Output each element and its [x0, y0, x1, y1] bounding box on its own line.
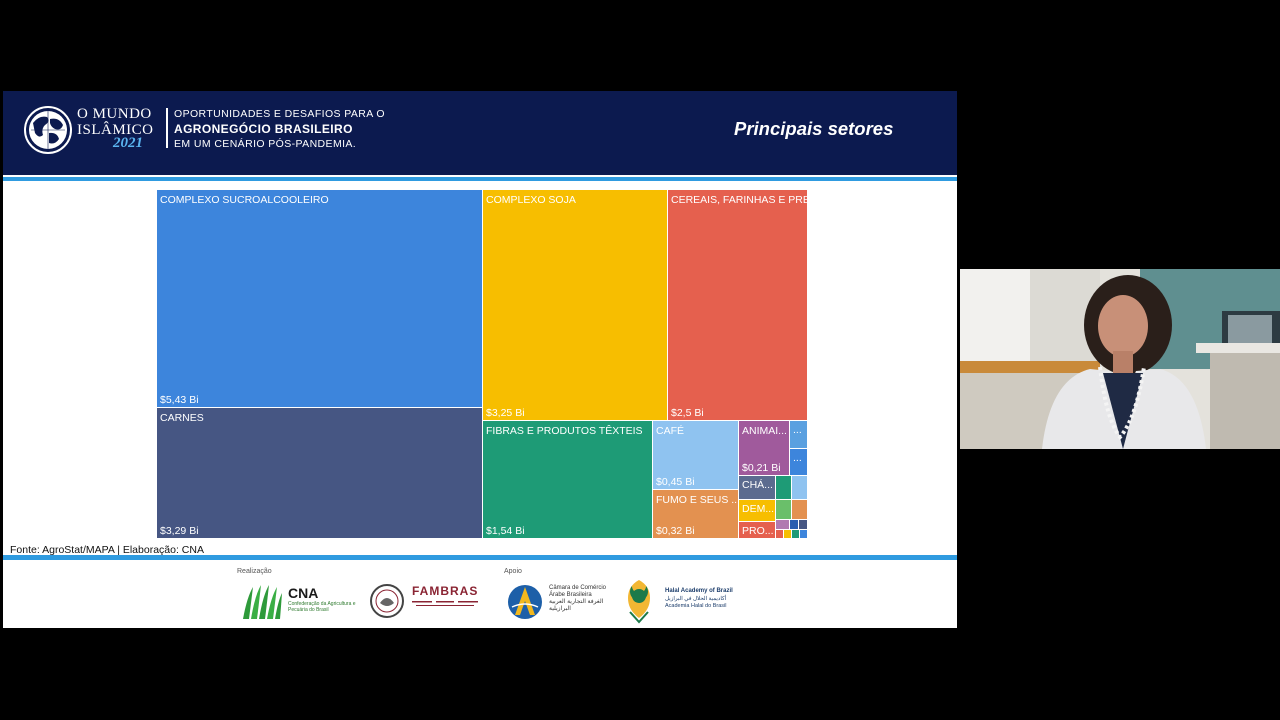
- treemap-tile: CARNES $3,29 Bi: [157, 408, 483, 539]
- treemap-tile: ANIMAI... $0,21 Bi: [739, 421, 790, 476]
- sector-treemap: COMPLEXO SUCROALCOOLEIRO $5,43 Bi CARNES $3…: [157, 190, 808, 539]
- globe-logo-icon: [24, 106, 72, 154]
- apoio-label: Apoio: [504, 568, 522, 575]
- treemap-tile-value: $5,43 Bi: [160, 394, 199, 406]
- treemap-tile: CHÁ...: [739, 476, 776, 500]
- subtitle-line2: AGRONEGÓCIO BRASILEIRO: [174, 122, 353, 136]
- treemap-tile-value: $2,5 Bi: [671, 407, 704, 419]
- treemap-tile-value: $0,21 Bi: [742, 462, 781, 474]
- treemap-tile-label: CAFÉ: [656, 425, 685, 437]
- treemap-tile: FIBRAS E PRODUTOS TÊXTEIS $1,54 Bi: [483, 421, 653, 539]
- realizacao-label: Realização: [237, 568, 272, 575]
- brand-divider: [166, 108, 168, 148]
- treemap-tile: PRO...: [739, 522, 776, 539]
- treemap-tile: [776, 476, 792, 500]
- treemap-tile: FUMO E SEUS ... $0,32 Bi: [653, 490, 739, 539]
- presenter-webcam-image: [960, 269, 1280, 449]
- cna-logo-icon: [243, 585, 282, 619]
- treemap-tile: [776, 530, 784, 539]
- treemap-tile-label: FUMO E SEUS ...: [656, 494, 739, 506]
- treemap-tile: ...: [790, 421, 808, 449]
- treemap-tile: CAFÉ $0,45 Bi: [653, 421, 739, 490]
- cna-logo-description: Confederação da Agricultura e Pecuária d…: [288, 601, 356, 613]
- treemap-tile-label: CHÁ...: [742, 479, 773, 491]
- presenter-webcam-feed: [960, 269, 1280, 449]
- treemap-tile: [790, 520, 799, 530]
- ccab-logo-icon: [508, 585, 542, 619]
- fambras-seal-icon: [370, 584, 404, 618]
- treemap-tile: COMPLEXO SOJA $3,25 Bi: [483, 190, 668, 421]
- presentation-slide: O MUNDO ISLÂMICO 2021 OPORTUNIDADES E DE…: [3, 91, 957, 628]
- treemap-tile-label: ...: [793, 452, 802, 464]
- treemap-tile-value: $3,25 Bi: [486, 407, 525, 419]
- halal-academy-logo-text: Halal Academy of Brazil: [665, 588, 733, 594]
- treemap-tile-label: DEM...: [742, 503, 775, 515]
- treemap-tile: [800, 530, 808, 539]
- fambras-arabic-script-icon: [412, 601, 478, 606]
- treemap-tile: DEM...: [739, 500, 776, 522]
- halal-academy-description: أكاديمية الحلال في البرازيل Academia Hal…: [665, 596, 727, 609]
- footer-divider-blue: [3, 555, 957, 560]
- treemap-tile-label: ANIMAI...: [742, 425, 787, 437]
- treemap-tile-label: CARNES: [160, 412, 204, 424]
- treemap-tile-value: $0,32 Bi: [656, 525, 695, 537]
- treemap-tile: [792, 500, 808, 520]
- treemap-tile-label: COMPLEXO SUCROALCOOLEIRO: [160, 194, 329, 206]
- treemap-tile: ...: [790, 449, 808, 476]
- brand-name-line1: O MUNDO: [77, 106, 152, 122]
- cna-logo-text: CNA: [288, 585, 319, 601]
- treemap-tile: [792, 476, 808, 500]
- treemap-tile-label: CEREAIS, FARINHAS E PRE...: [671, 194, 808, 206]
- treemap-tile: [776, 500, 792, 520]
- treemap-tile: [784, 530, 792, 539]
- treemap-tile: [799, 520, 808, 530]
- treemap-tile: CEREAIS, FARINHAS E PRE... $2,5 Bi: [668, 190, 808, 421]
- subtitle-line3: EM UM CENÁRIO PÓS-PANDEMIA.: [174, 138, 357, 150]
- treemap-tile: COMPLEXO SUCROALCOOLEIRO $5,43 Bi: [157, 190, 483, 408]
- treemap-tile-label: ...: [793, 424, 802, 436]
- treemap-tile-value: $3,29 Bi: [160, 525, 199, 537]
- brand-year: 2021: [113, 135, 143, 151]
- slide-title: Principais setores: [734, 118, 894, 139]
- treemap-tile-value: $0,45 Bi: [656, 476, 695, 488]
- treemap-tile: [792, 530, 800, 539]
- treemap-tile-label: COMPLEXO SOJA: [486, 194, 576, 206]
- fambras-logo-text: FAMBRAS: [412, 584, 479, 598]
- slide-header: O MUNDO ISLÂMICO 2021 OPORTUNIDADES E DE…: [3, 91, 957, 175]
- ccab-logo-text: Câmara de Comércio Árabe Brasileira: [549, 585, 607, 598]
- treemap-tile-value: $1,54 Bi: [486, 525, 525, 537]
- header-divider-blue: [3, 177, 957, 181]
- treemap-tile-label: PRO...: [742, 525, 774, 537]
- subtitle-line1: OPORTUNIDADES E DESAFIOS PARA O: [174, 108, 385, 120]
- treemap-tile-label: FIBRAS E PRODUTOS TÊXTEIS: [486, 425, 643, 437]
- halal-academy-logo-icon: [628, 580, 650, 624]
- ccab-arabic-text: الغرفة التجارية العربية البرازيلية: [549, 599, 604, 612]
- treemap-tile: [776, 520, 790, 530]
